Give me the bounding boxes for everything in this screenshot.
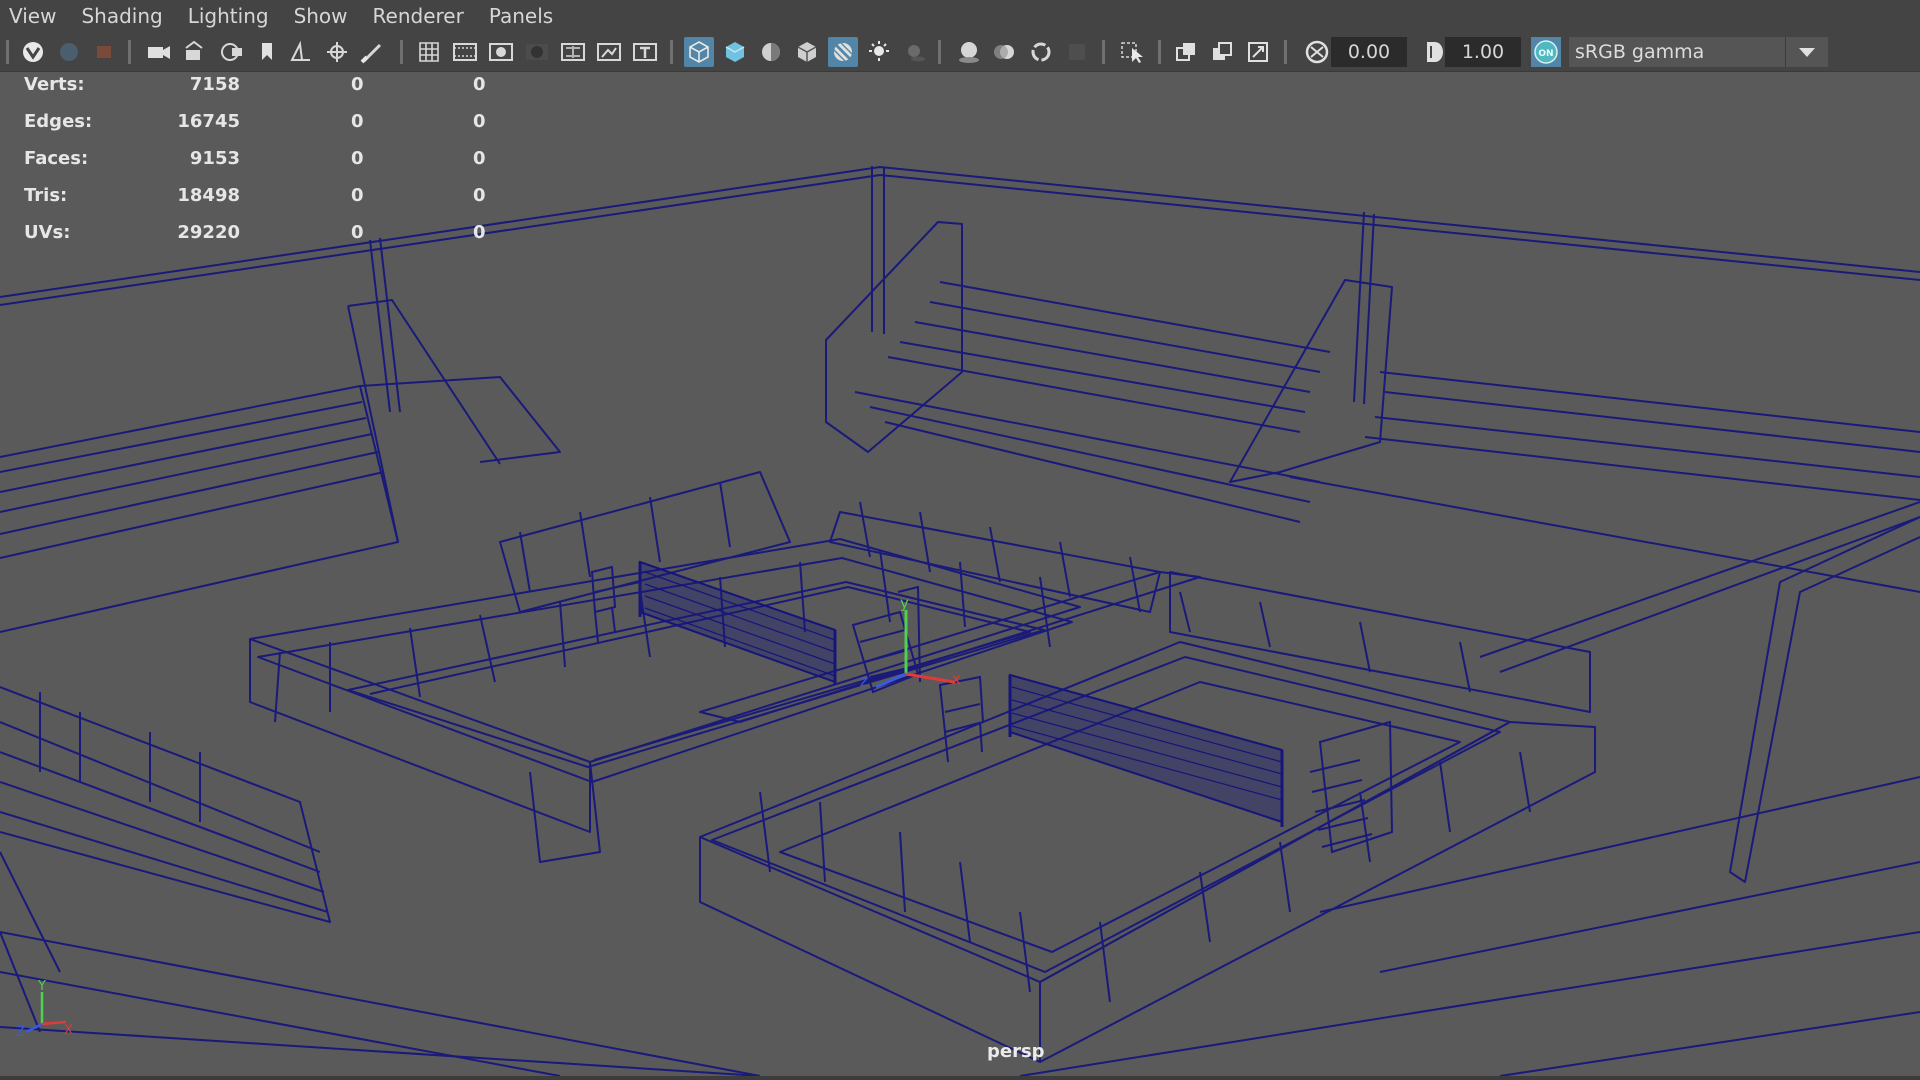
menu-lighting[interactable]: Lighting	[177, 0, 283, 33]
chevron-down-icon	[1799, 48, 1815, 57]
hud-row-faces: Faces: 9153 0 0	[0, 148, 520, 178]
hud-value-object: 9153	[189, 148, 240, 169]
safe-action-icon[interactable]	[594, 37, 624, 67]
menu-view[interactable]: View	[0, 0, 70, 33]
color-mgmt-badge-text: ON	[1538, 49, 1553, 59]
xray-icon[interactable]	[828, 37, 858, 67]
camera-attributes-icon[interactable]	[90, 37, 120, 67]
motion-blur-icon[interactable]	[990, 37, 1020, 67]
toolbar-separator	[6, 40, 9, 64]
hud-value-selected: 0	[351, 222, 364, 243]
hud-row-edges: Edges: 16745 0 0	[0, 111, 520, 141]
menu-show[interactable]: Show	[283, 0, 362, 33]
hud-value-object: 7158	[189, 74, 240, 95]
default-material-icon[interactable]	[756, 37, 786, 67]
menu-shading[interactable]: Shading	[70, 0, 176, 33]
depth-of-field-icon[interactable]	[1062, 37, 1092, 67]
viewport-bottom-border	[0, 1076, 1920, 1080]
toolbar-separator	[1158, 40, 1161, 64]
gamma-icon[interactable]	[1417, 37, 1447, 67]
menu-renderer[interactable]: Renderer	[362, 0, 478, 33]
smooth-shade-icon[interactable]	[720, 37, 750, 67]
resolution-gate-icon[interactable]	[486, 37, 516, 67]
grid-icon[interactable]	[414, 37, 444, 67]
toolbar-separator	[1102, 40, 1105, 64]
axis-y-label: Y	[37, 979, 46, 994]
backface-culling-icon[interactable]	[1244, 37, 1274, 67]
hud-value-component: 0	[473, 185, 486, 206]
hud-label: Faces:	[24, 148, 89, 169]
isolate-select-icon[interactable]	[1118, 37, 1148, 67]
hud-value-object: 18498	[177, 185, 240, 206]
hud-value-selected: 0	[351, 74, 364, 95]
viewport-toolbar: 0.00 1.00 ON sRGB gamma	[0, 33, 1920, 72]
xray-joints-icon[interactable]	[1172, 37, 1202, 67]
poly-count-hud: Verts: 7158 0 0 Edges: 16745 0 0 Faces: …	[0, 72, 520, 262]
shadows-icon[interactable]	[900, 37, 930, 67]
hud-label: Tris:	[24, 185, 68, 206]
toolbar-separator	[400, 40, 403, 64]
xray-active-icon[interactable]	[1208, 37, 1238, 67]
film-gate-icon[interactable]	[450, 37, 480, 67]
hud-label: Verts:	[24, 74, 85, 95]
manipulator-x-label: x	[952, 670, 961, 688]
wireframe-on-shaded-icon[interactable]	[792, 37, 822, 67]
camera-name-label: persp	[987, 1041, 1045, 1062]
hud-row-tris: Tris: 18498 0 0	[0, 185, 520, 215]
axis-x-label: X	[64, 1023, 73, 1038]
hud-label: UVs:	[24, 222, 71, 243]
hud-value-selected: 0	[351, 185, 364, 206]
lock-camera-icon[interactable]	[54, 37, 84, 67]
field-chart-icon[interactable]	[558, 37, 588, 67]
grease-pencil-icon[interactable]	[286, 37, 316, 67]
safe-title-icon[interactable]	[630, 37, 660, 67]
hud-value-object: 29220	[177, 222, 240, 243]
toolbar-separator	[128, 40, 131, 64]
multisample-aa-icon[interactable]	[1026, 37, 1056, 67]
hud-value-component: 0	[473, 222, 486, 243]
brush-icon[interactable]	[358, 37, 388, 67]
use-all-lights-icon[interactable]	[864, 37, 894, 67]
camera-icon[interactable]	[144, 37, 174, 67]
image-plane-icon[interactable]	[216, 37, 246, 67]
toolbar-separator	[938, 40, 941, 64]
axis-z-label: Z	[16, 1025, 25, 1040]
hud-value-component: 0	[473, 148, 486, 169]
toolbar-separator	[1284, 40, 1287, 64]
manipulator-y-label: y	[900, 594, 909, 612]
wireframe-icon[interactable]	[684, 37, 714, 67]
hud-value-object: 16745	[177, 111, 240, 132]
hud-value-component: 0	[473, 74, 486, 95]
screen-space-ao-icon[interactable]	[954, 37, 984, 67]
hud-row-verts: Verts: 7158 0 0	[0, 74, 520, 104]
gamma-field[interactable]: 1.00	[1445, 37, 1521, 67]
manipulator-z-label: z	[860, 672, 868, 690]
exposure-field[interactable]: 0.00	[1331, 37, 1407, 67]
toolbar-separator	[670, 40, 673, 64]
view-transform-label: sRGB gamma	[1575, 41, 1705, 63]
camera-bookmark-icon[interactable]	[180, 37, 210, 67]
exposure-pan-icon[interactable]	[322, 37, 352, 67]
gate-mask-icon[interactable]	[522, 37, 552, 67]
exposure-icon[interactable]	[1302, 37, 1332, 67]
hud-value-component: 0	[473, 111, 486, 132]
menu-panels[interactable]: Panels	[478, 0, 567, 33]
hud-value-selected: 0	[351, 148, 364, 169]
viewport-menu-bar: View Shading Lighting Show Renderer Pane…	[0, 0, 1920, 33]
select-camera-icon[interactable]	[18, 37, 48, 67]
color-management-icon[interactable]: ON	[1531, 37, 1561, 67]
hud-row-uvs: UVs: 29220 0 0	[0, 222, 520, 252]
hud-value-selected: 0	[351, 111, 364, 132]
view-transform-dropdown-arrow[interactable]	[1785, 37, 1828, 67]
2d-pan-zoom-icon[interactable]	[252, 37, 282, 67]
hud-label: Edges:	[24, 111, 93, 132]
